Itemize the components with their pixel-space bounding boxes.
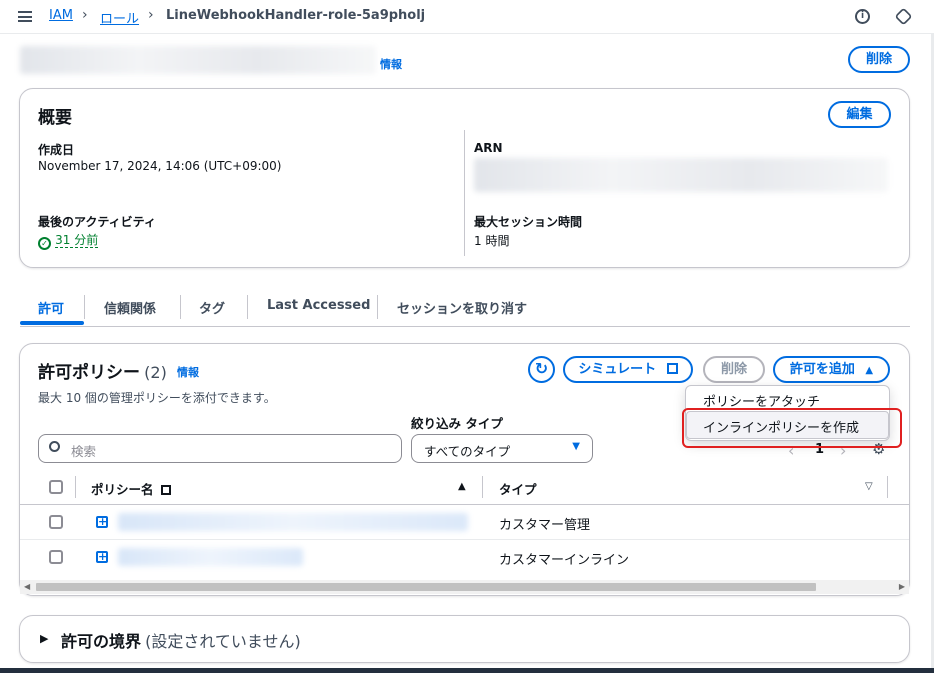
footer-bar: [0, 668, 934, 673]
page-title-redacted: [20, 46, 376, 74]
simulate-label: シミュレート: [578, 362, 657, 377]
column-separator: [887, 476, 888, 498]
info-icon[interactable]: i: [855, 9, 870, 24]
external-link-icon: [160, 485, 171, 495]
tab-separator: [180, 295, 181, 319]
breadcrumb-current: LineWebhookHandler-role-5a9pholj: [166, 8, 426, 23]
active-tab-indicator: [20, 321, 84, 325]
policy-name-redacted[interactable]: [118, 548, 303, 566]
tab-tags[interactable]: タグ: [199, 298, 225, 317]
breadcrumb-roles[interactable]: ロール: [100, 8, 139, 27]
search-placeholder: 検索: [71, 444, 97, 459]
policies-info-link[interactable]: 情報: [177, 364, 199, 380]
last-activity-label: 最後のアクティビティ: [38, 215, 156, 229]
caret-right-icon[interactable]: ▶: [40, 632, 48, 645]
filter-type-label: 絞り込み タイプ: [411, 416, 503, 431]
max-session-label: 最大セッション時間: [474, 215, 583, 229]
tab-last-accessed[interactable]: Last Accessed: [267, 298, 370, 313]
policies-heading: 許可ポリシー (2): [38, 358, 167, 383]
refresh-icon: ↻: [534, 359, 549, 378]
scroll-right-icon[interactable]: ▶: [899, 582, 905, 591]
boundary-status: (設定されていません): [145, 632, 301, 651]
column-separator: [75, 476, 76, 498]
add-permissions-label: 許可を追加: [789, 362, 855, 377]
policy-name-header-label: ポリシー名: [91, 482, 154, 497]
caret-down-icon: ▼: [572, 441, 580, 452]
policies-description: 最大 10 個の管理ポリシーを添付できます。: [38, 391, 276, 405]
simulate-button[interactable]: シミュレート: [563, 356, 693, 383]
sort-ascending-icon[interactable]: ▲: [458, 481, 466, 492]
last-activity-status[interactable]: ✓ 31 分前: [38, 231, 99, 250]
arn-label: ARN: [474, 141, 503, 155]
column-divider: [464, 130, 465, 256]
boundary-heading[interactable]: 許可の境界 (設定されていません): [61, 628, 301, 652]
menu-icon[interactable]: [18, 11, 32, 22]
row-checkbox[interactable]: [49, 515, 63, 529]
tab-separator: [377, 295, 378, 319]
annotation-highlight-box: [682, 408, 902, 448]
sort-icon[interactable]: ▽: [865, 481, 873, 492]
refresh-button[interactable]: ↻: [528, 356, 555, 383]
header-info-link[interactable]: 情報: [380, 56, 402, 72]
boundary-title: 許可の境界: [61, 632, 142, 651]
created-label: 作成日: [38, 143, 75, 157]
filter-type-select[interactable]: すべてのタイプ ▼: [411, 434, 593, 463]
external-link-icon: [666, 363, 678, 374]
breadcrumb-iam[interactable]: IAM: [49, 8, 73, 23]
chevron-right-icon: ›: [82, 7, 88, 23]
tab-revoke-sessions[interactable]: セッションを取り消す: [397, 298, 527, 317]
column-header-type[interactable]: タイプ: [499, 479, 537, 498]
policies-count: (2): [144, 363, 167, 382]
horizontal-scrollbar[interactable]: ◀ ▶: [20, 580, 909, 594]
edit-button[interactable]: 編集: [828, 101, 891, 128]
policy-type: カスタマーインライン: [499, 553, 630, 568]
search-input[interactable]: 検索: [38, 434, 402, 463]
caret-up-icon: ▲: [865, 365, 874, 376]
policy-name-redacted[interactable]: [118, 513, 468, 531]
max-session-value: 1 時間: [474, 234, 510, 248]
add-permissions-button[interactable]: 許可を追加 ▲: [773, 356, 890, 383]
last-activity-value: 31 分前: [55, 233, 99, 248]
delete-policy-button[interactable]: 削除: [703, 356, 765, 383]
created-value: November 17, 2024, 14:06 (UTC+09:00): [38, 159, 282, 173]
scroll-left-icon[interactable]: ◀: [24, 582, 30, 591]
tab-permissions[interactable]: 許可: [38, 298, 64, 317]
top-navigation-bar: [0, 0, 934, 34]
chevron-right-icon: ›: [148, 7, 154, 23]
scrollbar-thumb[interactable]: [36, 583, 816, 591]
tab-separator: [247, 295, 248, 319]
policies-title: 許可ポリシー: [38, 363, 140, 383]
column-separator: [482, 476, 483, 498]
tab-separator: [84, 295, 85, 319]
tab-trust-relationships[interactable]: 信頼関係: [104, 298, 156, 317]
delete-role-button[interactable]: 削除: [848, 46, 910, 73]
column-header-policy-name[interactable]: ポリシー名: [91, 479, 171, 498]
summary-title: 概要: [38, 108, 72, 128]
arn-value-redacted: [474, 158, 888, 192]
expand-row-icon[interactable]: +: [96, 551, 108, 563]
tabs-underline: [20, 326, 910, 327]
filter-type-value: すべてのタイプ: [424, 444, 511, 459]
select-all-checkbox[interactable]: [49, 480, 63, 494]
search-icon: [49, 441, 60, 452]
row-checkbox[interactable]: [49, 550, 63, 564]
check-circle-icon: ✓: [38, 237, 51, 250]
expand-row-icon[interactable]: +: [96, 516, 108, 528]
policy-type: カスタマー管理: [499, 518, 591, 533]
